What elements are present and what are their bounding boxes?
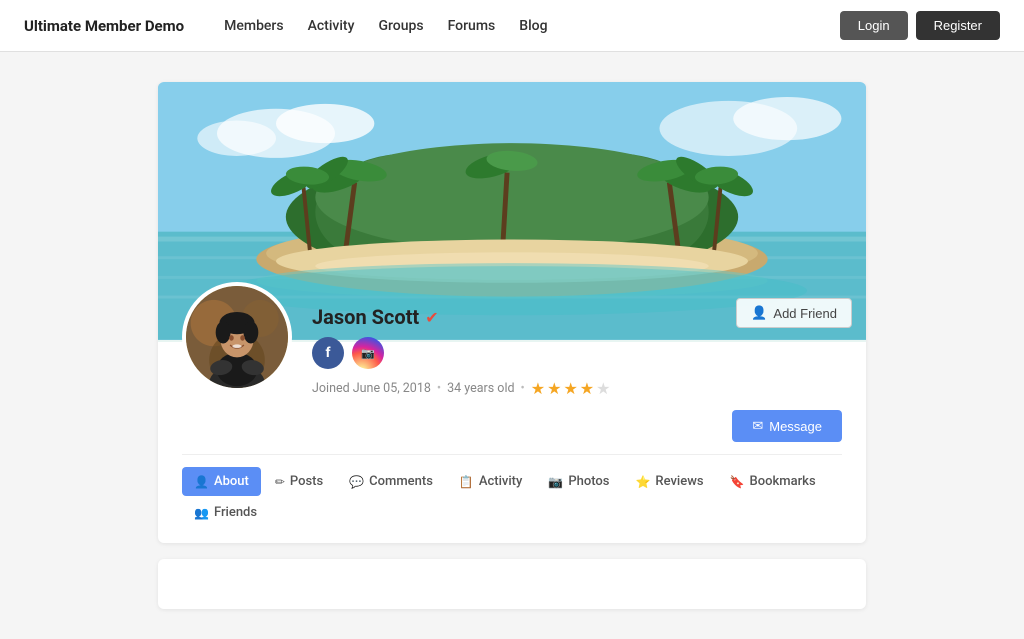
profile-meta: Joined June 05, 2018 • 34 years old • ★ … xyxy=(312,379,842,398)
tab-posts[interactable]: ✏ Posts xyxy=(263,467,335,496)
profile-tabs: 👤 About ✏ Posts 💬 Comments 📋 Activity 📷 xyxy=(182,454,842,527)
star-5: ★ xyxy=(596,379,610,398)
social-icons: f 📷 xyxy=(312,337,842,369)
activity-icon: 📋 xyxy=(459,475,474,489)
tab-friends[interactable]: 👥 Friends xyxy=(182,498,269,527)
comments-icon: 💬 xyxy=(349,475,364,489)
avatar xyxy=(182,282,292,392)
profile-name-row: Jason Scott ✔ xyxy=(312,305,842,329)
login-button[interactable]: Login xyxy=(840,11,908,40)
navbar: Ultimate Member Demo Members Activity Gr… xyxy=(0,0,1024,52)
nav-forums[interactable]: Forums xyxy=(448,18,496,34)
tab-bookmarks[interactable]: 🔖 Bookmarks xyxy=(718,467,828,496)
envelope-icon: ✉ xyxy=(752,418,763,434)
nav-actions: Login Register xyxy=(840,11,1000,40)
about-icon: 👤 xyxy=(194,475,209,489)
star-1: ★ xyxy=(531,379,545,398)
bookmarks-icon: 🔖 xyxy=(730,475,745,489)
instagram-icon[interactable]: 📷 xyxy=(352,337,384,369)
message-button[interactable]: ✉ Message xyxy=(732,410,842,442)
page-container: 👤 Add Friend xyxy=(142,82,882,609)
message-btn-row: ✉ Message xyxy=(182,410,842,442)
posts-icon: ✏ xyxy=(275,475,285,489)
avatar-wrap xyxy=(182,282,292,392)
instagram-letter: 📷 xyxy=(361,347,375,360)
tab-photos[interactable]: 📷 Photos xyxy=(536,467,621,496)
separator-dot-2: • xyxy=(521,381,525,396)
profile-info-section: Jason Scott ✔ f 📷 Joined June 05, 2018 •… xyxy=(158,342,866,543)
register-button[interactable]: Register xyxy=(916,11,1000,40)
verified-icon: ✔ xyxy=(425,308,438,327)
profile-card: 👤 Add Friend xyxy=(158,82,866,543)
tab-activity[interactable]: 📋 Activity xyxy=(447,467,534,496)
separator-dot-1: • xyxy=(437,381,441,396)
nav-blog[interactable]: Blog xyxy=(519,18,547,34)
profile-details: Jason Scott ✔ f 📷 Joined June 05, 2018 •… xyxy=(312,305,842,398)
facebook-icon[interactable]: f xyxy=(312,337,344,369)
age-info: 34 years old xyxy=(447,381,514,396)
brand: Ultimate Member Demo xyxy=(24,17,184,35)
tab-comments[interactable]: 💬 Comments xyxy=(337,467,445,496)
rating-stars: ★ ★ ★ ★ ★ xyxy=(531,379,611,398)
tab-about[interactable]: 👤 About xyxy=(182,467,261,496)
nav-links: Members Activity Groups Forums Blog xyxy=(224,18,840,34)
content-section xyxy=(158,559,866,609)
friends-icon: 👥 xyxy=(194,506,209,520)
facebook-letter: f xyxy=(325,345,330,361)
star-3: ★ xyxy=(563,379,577,398)
nav-members[interactable]: Members xyxy=(224,18,283,34)
photos-icon: 📷 xyxy=(548,475,563,489)
joined-date: Joined June 05, 2018 xyxy=(312,381,431,396)
tab-reviews[interactable]: ⭐ Reviews xyxy=(623,467,715,496)
star-2: ★ xyxy=(547,379,561,398)
nav-activity[interactable]: Activity xyxy=(308,18,355,34)
nav-groups[interactable]: Groups xyxy=(378,18,423,34)
reviews-icon: ⭐ xyxy=(635,475,650,489)
star-4: ★ xyxy=(580,379,594,398)
profile-name: Jason Scott xyxy=(312,305,419,329)
